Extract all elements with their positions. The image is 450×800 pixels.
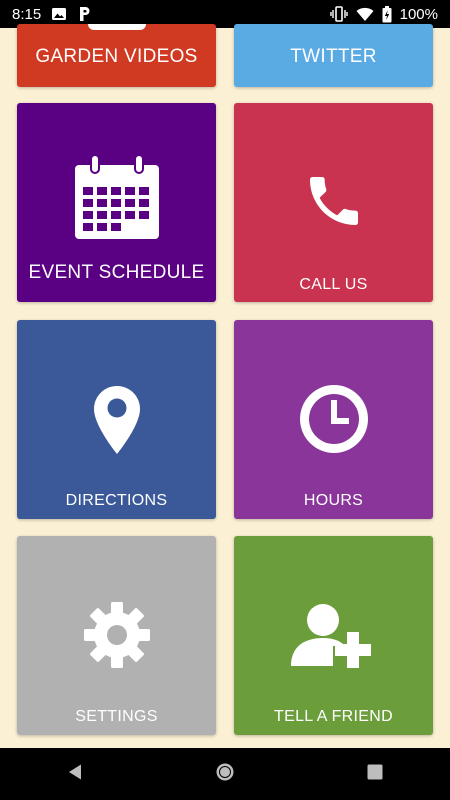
hours-label: HOURS — [303, 492, 364, 509]
recents-icon — [366, 763, 384, 786]
calendar-icon — [17, 155, 216, 241]
hours-tile[interactable]: HOURS — [234, 320, 433, 519]
back-icon — [66, 763, 84, 786]
add-user-icon — [234, 602, 433, 670]
battery-icon — [382, 5, 392, 23]
garden-videos-tile[interactable]: GARDEN VIDEOS — [17, 24, 216, 87]
garden-videos-label: GARDEN VIDEOS — [35, 46, 198, 67]
image-icon — [51, 7, 67, 21]
map-pin-icon — [17, 386, 216, 454]
status-right: 100% — [329, 5, 438, 23]
home-icon — [214, 761, 236, 788]
event-schedule-label: EVENT SCHEDULE — [28, 262, 205, 283]
directions-tile[interactable]: DIRECTIONS — [17, 320, 216, 519]
twitter-label: TWITTER — [290, 46, 377, 67]
event-schedule-tile[interactable]: EVENT SCHEDULE — [17, 103, 216, 302]
tell-a-friend-tile[interactable]: TELL A FRIEND — [234, 536, 433, 735]
clock-icon — [234, 385, 433, 453]
vibrate-icon — [329, 6, 348, 22]
parking-icon — [77, 6, 91, 22]
back-button[interactable] — [45, 748, 105, 800]
directions-label: DIRECTIONS — [65, 492, 168, 509]
wifi-icon — [356, 7, 374, 22]
tell-a-friend-label: TELL A FRIEND — [274, 708, 393, 725]
call-us-tile[interactable]: CALL US — [234, 103, 433, 302]
battery-percent: 100% — [399, 5, 438, 23]
status-left: 8:15 — [12, 6, 91, 23]
gear-icon — [17, 601, 216, 669]
twitter-tile[interactable]: TWITTER — [234, 24, 433, 87]
settings-tile[interactable]: SETTINGS — [17, 536, 216, 735]
call-us-label: CALL US — [299, 276, 368, 293]
navigation-bar — [0, 748, 450, 800]
settings-label: SETTINGS — [75, 708, 158, 725]
phone-icon — [234, 169, 433, 233]
home-button[interactable] — [195, 748, 255, 800]
status-time: 8:15 — [12, 5, 42, 23]
recents-button[interactable] — [345, 748, 405, 800]
video-icon — [17, 24, 216, 30]
